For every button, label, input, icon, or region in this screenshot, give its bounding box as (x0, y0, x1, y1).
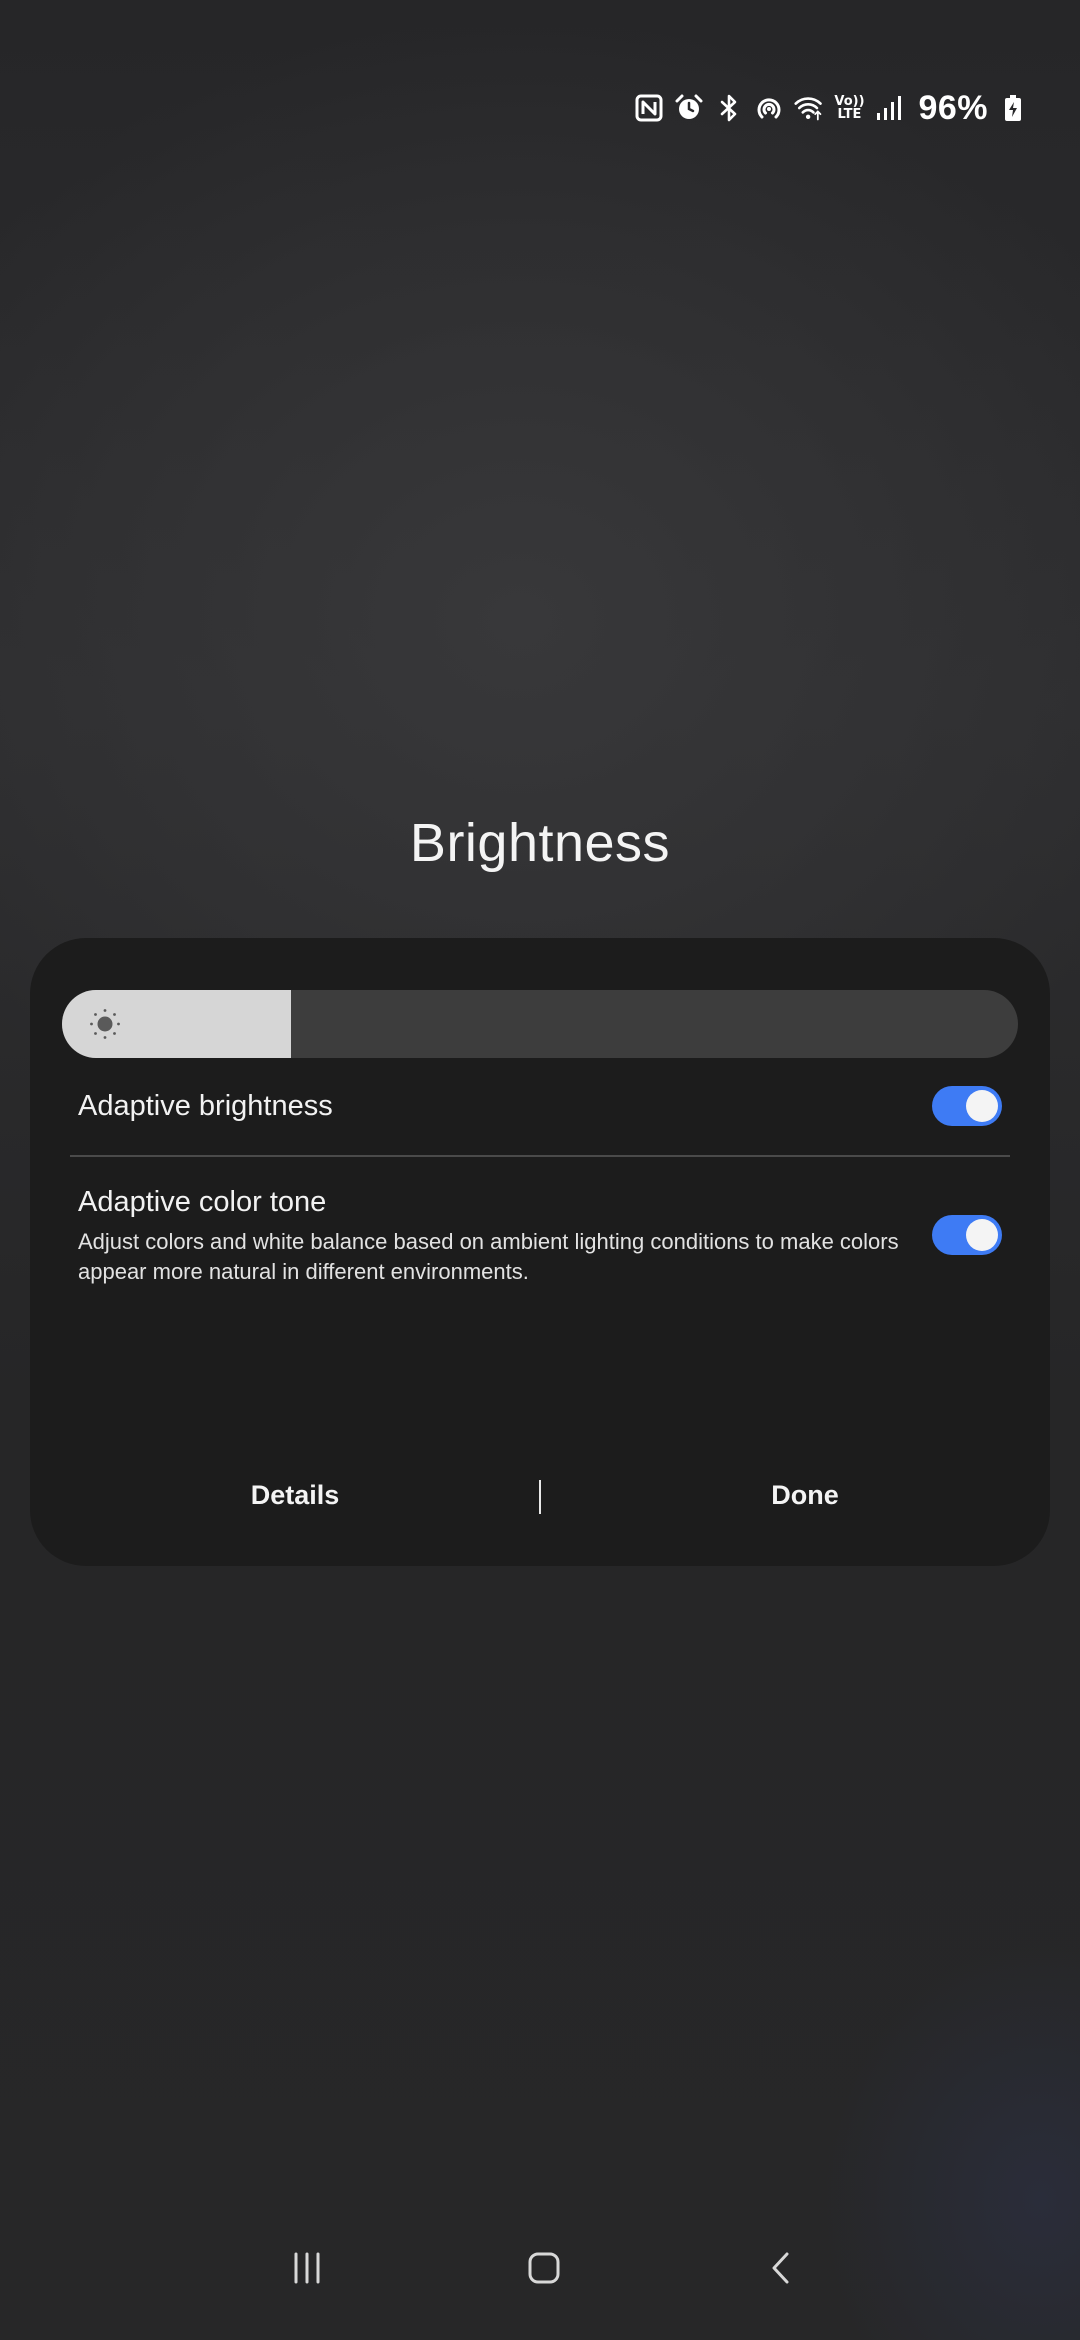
adaptive-color-tone-toggle[interactable] (932, 1215, 1002, 1255)
actions-divider (539, 1480, 541, 1514)
toggle-knob (966, 1219, 998, 1251)
recents-icon (290, 2251, 324, 2290)
hotspot-icon (754, 93, 784, 123)
adaptive-color-tone-label: Adaptive color tone (78, 1186, 327, 1218)
adaptive-brightness-label: Adaptive brightness (78, 1090, 333, 1122)
details-button[interactable]: Details (125, 1480, 465, 1511)
battery-charging-icon (998, 93, 1028, 123)
page-title: Brightness (409, 813, 671, 873)
battery-percent: 96% (918, 88, 988, 127)
toggle-knob (966, 1090, 998, 1122)
alarm-icon (674, 93, 704, 123)
navigation-bar (0, 2240, 1080, 2300)
dialog-actions: Details Done (30, 1480, 1050, 1516)
sun-icon (88, 1007, 122, 1041)
back-button[interactable] (741, 2240, 821, 2300)
signal-icon (874, 93, 904, 123)
done-button[interactable]: Done (635, 1480, 975, 1511)
nfc-icon (634, 93, 664, 123)
status-bar: Vo)) LTE 96% (634, 88, 1028, 128)
wifi-icon (794, 93, 824, 123)
adaptive-color-tone-description: Adjust colors and white balance based on… (78, 1229, 899, 1284)
recents-button[interactable] (267, 2240, 347, 2300)
adaptive-brightness-row[interactable]: Adaptive brightness (78, 1090, 1002, 1123)
divider (70, 1155, 1010, 1157)
bluetooth-icon (714, 93, 744, 123)
adaptive-brightness-toggle[interactable] (932, 1086, 1002, 1126)
brightness-panel: Adaptive brightness Adaptive color tone … (30, 938, 1050, 1566)
home-icon (527, 2251, 561, 2290)
back-icon (764, 2251, 798, 2290)
adaptive-color-tone-row[interactable]: Adaptive color tone Adjust colors and wh… (78, 1186, 1002, 1287)
home-button[interactable] (504, 2240, 584, 2300)
volte-icon: Vo)) LTE (834, 94, 865, 122)
brightness-slider[interactable] (62, 990, 1018, 1058)
